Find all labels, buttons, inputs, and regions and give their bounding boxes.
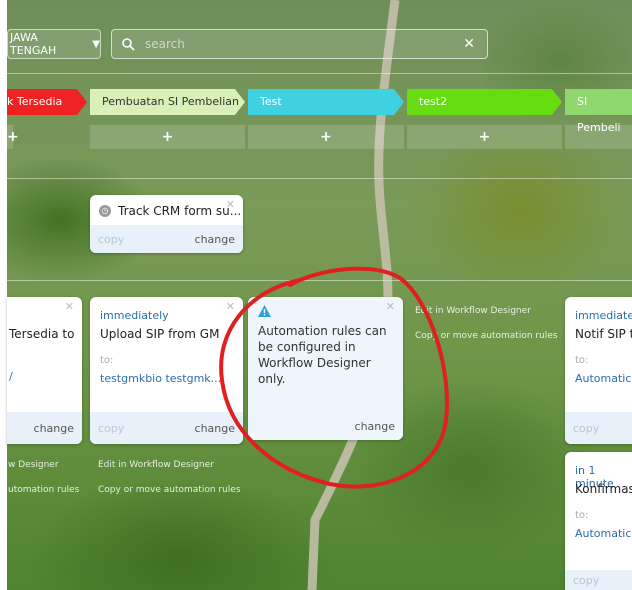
stage-header-si-pembelian[interactable]: SI Pembeli — [565, 89, 632, 134]
edit-in-workflow-designer-link[interactable]: w Designer — [8, 460, 59, 470]
close-icon[interactable]: ✕ — [386, 300, 395, 313]
card-to-label: to: — [100, 355, 114, 366]
card-action: Notif SIP to — [575, 327, 632, 341]
card-title: Track CRM form su... — [118, 204, 242, 218]
divider — [7, 73, 632, 74]
search-icon — [122, 37, 135, 51]
copy-move-automation-link[interactable]: utomation rules — [8, 485, 79, 495]
close-icon[interactable]: ✕ — [226, 198, 235, 211]
info-message: Automation rules can be configured in Wo… — [258, 324, 387, 386]
edit-in-workflow-designer-link[interactable]: Edit in Workflow Designer — [415, 306, 531, 316]
card-track-crm[interactable]: ◷ Track CRM form su... ✕ copy change — [90, 195, 243, 253]
warning-icon — [258, 305, 271, 320]
copy-button[interactable]: copy — [98, 233, 124, 246]
close-icon[interactable]: ✕ — [226, 300, 235, 313]
stage-header-test[interactable]: Test — [248, 89, 404, 115]
divider — [7, 178, 632, 179]
stage-header-tersedia[interactable]: k Tersedia — [7, 89, 87, 115]
card-konfirmasi[interactable]: in 1 minute Konfirmasi to: Automatica co… — [565, 452, 632, 590]
stage-header-pembuatan-si[interactable]: Pembuatan SI Pembelian — [90, 89, 245, 115]
clock-icon: ◷ — [99, 205, 111, 217]
card-recipient[interactable]: / — [9, 370, 13, 383]
edit-in-workflow-designer-link[interactable]: Edit in Workflow Designer — [98, 460, 214, 470]
stage-label: test2 — [419, 95, 448, 108]
card-upload-sip[interactable]: ✕ immediately Upload SIP from GM to: tes… — [90, 297, 243, 444]
card-recipient[interactable]: testgmkbio testgmk... — [100, 372, 221, 385]
add-button[interactable]: + — [7, 125, 19, 149]
stage-label: k Tersedia — [7, 95, 63, 108]
add-button[interactable] — [565, 125, 632, 149]
card-to-label: to: — [575, 510, 589, 521]
copy-button[interactable]: copy — [573, 422, 599, 435]
close-icon[interactable]: ✕ — [65, 300, 74, 313]
divider — [7, 280, 632, 281]
card-notif-sip[interactable]: immediately Notif SIP to to: Automatica … — [565, 297, 632, 444]
chevron-down-icon: ▼ — [92, 38, 100, 50]
region-select[interactable]: JAWA TENGAH ▼ — [7, 29, 101, 59]
card-automation-info: ✕ Automation rules can be configured in … — [248, 297, 403, 440]
copy-move-automation-link[interactable]: Copy or move automation rules — [98, 485, 241, 495]
search-input[interactable] — [143, 36, 447, 52]
change-button[interactable]: change — [195, 233, 235, 246]
card-timing: immediately — [575, 309, 632, 322]
card-action: Tersedia to — [9, 327, 75, 341]
card-to-label: to: — [575, 355, 589, 366]
copy-button[interactable]: copy — [98, 422, 124, 435]
stage-header-test2[interactable]: test2 — [407, 89, 562, 115]
card-recipient[interactable]: Automatica — [575, 527, 632, 540]
card-recipient[interactable]: Automatica — [575, 372, 632, 385]
park-path — [307, 0, 400, 590]
copy-button[interactable]: copy — [573, 574, 599, 587]
card-timing: immediately — [100, 309, 169, 322]
change-button[interactable]: change — [195, 422, 235, 435]
region-label: JAWA TENGAH — [10, 31, 57, 57]
add-button[interactable]: + — [90, 125, 245, 149]
card-action: Upload SIP from GM — [100, 327, 220, 341]
stage-label: Pembuatan SI Pembelian — [102, 95, 239, 108]
change-button[interactable]: change — [34, 422, 74, 435]
copy-move-automation-link[interactable]: Copy or move automation rules — [415, 331, 558, 341]
add-button[interactable]: + — [407, 125, 562, 149]
left-edge — [0, 0, 7, 590]
stage-label: Test — [260, 95, 282, 108]
clear-search-icon[interactable]: ✕ — [463, 36, 475, 52]
card-action: Konfirmasi — [575, 482, 632, 496]
add-button[interactable]: + — [248, 125, 404, 149]
change-button[interactable]: change — [355, 420, 395, 433]
search-box[interactable]: ✕ — [111, 29, 488, 59]
card-tersedia[interactable]: ✕ Tersedia to / change — [7, 297, 82, 444]
